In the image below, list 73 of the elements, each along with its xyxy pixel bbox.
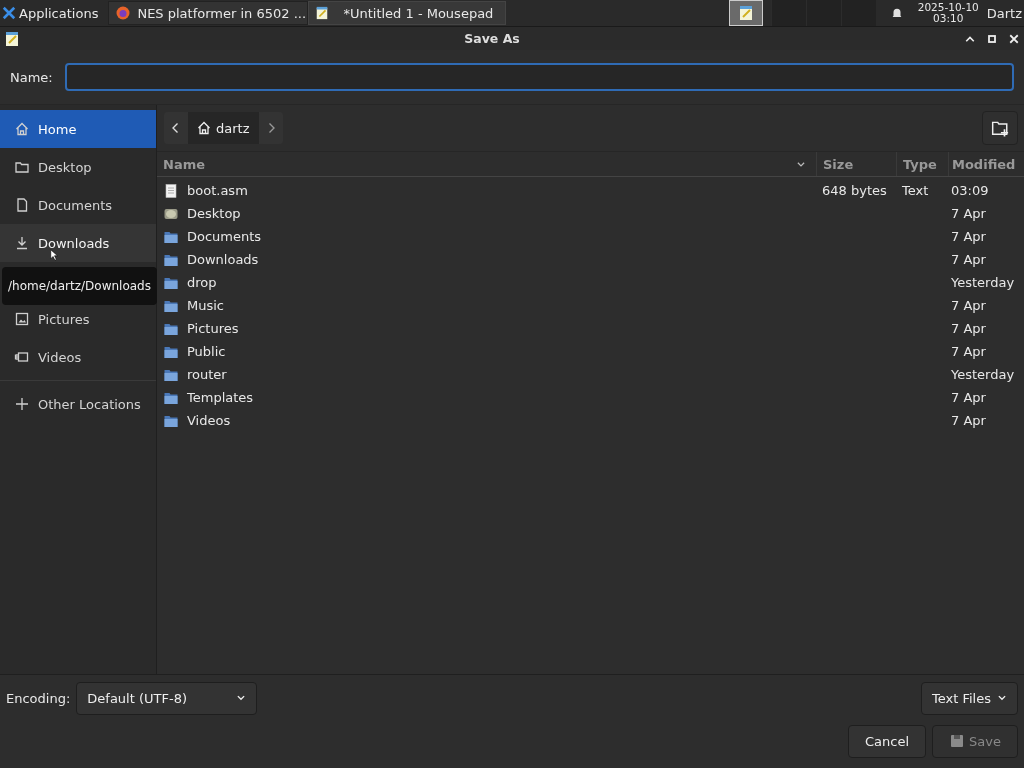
file-modified: Yesterday xyxy=(951,367,1015,382)
globe-icon xyxy=(115,5,132,21)
name-field[interactable] xyxy=(64,63,1014,91)
file-name[interactable]: Templates xyxy=(187,390,254,405)
file-name[interactable]: router xyxy=(187,367,227,382)
column-header[interactable]: Type xyxy=(896,152,948,176)
sidebar-item[interactable]: Documents xyxy=(0,186,156,224)
file-name[interactable]: Music xyxy=(187,298,224,313)
document-icon xyxy=(14,197,30,213)
notepad-icon xyxy=(315,6,330,20)
file-modified: 7 Apr xyxy=(951,252,986,267)
sidebar-item[interactable]: Videos xyxy=(0,338,156,376)
file-modified: 7 Apr xyxy=(951,344,986,359)
home-icon xyxy=(14,121,30,137)
file-name[interactable]: boot.asm xyxy=(187,183,248,198)
maximize-icon[interactable] xyxy=(986,32,998,45)
taskbar-button[interactable]: *Untitled 1 - Mousepad xyxy=(308,1,507,25)
text-file-icon xyxy=(163,182,179,199)
column-header[interactable]: Name xyxy=(157,152,816,176)
clock-date: 2025-10-10 xyxy=(917,2,979,13)
file-type: Text xyxy=(902,183,929,198)
file-name[interactable]: Downloads xyxy=(187,252,259,267)
path-button[interactable]: dartz xyxy=(188,112,260,144)
workspace-switcher[interactable] xyxy=(728,0,876,26)
file-modified: 7 Apr xyxy=(951,321,986,336)
file-name[interactable]: Documents xyxy=(187,229,262,244)
file-name[interactable]: drop xyxy=(187,275,217,290)
file-name[interactable]: Public xyxy=(187,344,226,359)
name-label: Name: xyxy=(10,69,53,85)
tooltip: /home/dartz/Downloads xyxy=(2,267,157,305)
file-modified: 7 Apr xyxy=(951,390,986,405)
clock-time: 03:10 xyxy=(933,13,964,24)
new-folder-icon xyxy=(991,119,1009,137)
close-icon[interactable] xyxy=(1008,32,1020,45)
sidebar-item[interactable]: Other Locations xyxy=(0,385,156,423)
notepad-icon xyxy=(4,30,20,47)
sidebar-item[interactable]: Downloads xyxy=(0,224,156,262)
notepad-icon xyxy=(737,5,754,21)
column-header[interactable]: Size xyxy=(816,152,896,176)
file-modified: Yesterday xyxy=(951,275,1015,290)
save-icon xyxy=(949,733,966,749)
cancel-button[interactable]: Cancel xyxy=(848,724,927,758)
file-name[interactable]: Pictures xyxy=(187,321,239,336)
encoding-label: Encoding: xyxy=(6,690,71,706)
chevron-down-icon xyxy=(236,693,247,703)
file-name[interactable]: Desktop xyxy=(187,206,241,221)
file-name[interactable]: Videos xyxy=(187,413,231,428)
file-modified: 7 Apr xyxy=(951,206,986,221)
video-camera-icon xyxy=(14,349,30,365)
picture-icon xyxy=(14,311,30,327)
file-modified: 03:09 xyxy=(951,183,989,198)
chevron-down-icon xyxy=(997,693,1007,703)
applications-menu[interactable]: Applications xyxy=(0,0,101,26)
file-modified: 7 Apr xyxy=(951,229,986,244)
taskbar-button[interactable]: NES platformer in 6502 ... xyxy=(108,1,309,25)
encoding-dropdown[interactable]: Default (UTF-8) xyxy=(76,681,258,715)
plus-icon xyxy=(14,396,30,412)
new-folder-button[interactable] xyxy=(982,111,1018,145)
sidebar-item[interactable]: Desktop xyxy=(0,148,156,186)
folder-icon xyxy=(14,159,30,175)
column-header[interactable]: Modified xyxy=(948,152,1024,176)
sort-down-icon xyxy=(796,159,806,169)
file-modified: 7 Apr xyxy=(951,413,986,428)
file-modified: 7 Apr xyxy=(951,298,986,313)
window-title: Save As xyxy=(463,31,521,46)
sidebar-item[interactable]: Home xyxy=(0,110,156,148)
x-logo-icon xyxy=(2,6,16,20)
clock[interactable]: 2025-10-10 03:10 xyxy=(917,2,979,24)
file-type-dropdown[interactable]: Text Files xyxy=(921,681,1018,715)
download-icon xyxy=(14,235,30,251)
home-icon xyxy=(196,120,212,136)
file-size: 648 bytes xyxy=(822,183,887,198)
user-name[interactable]: Dartz xyxy=(986,5,1022,21)
